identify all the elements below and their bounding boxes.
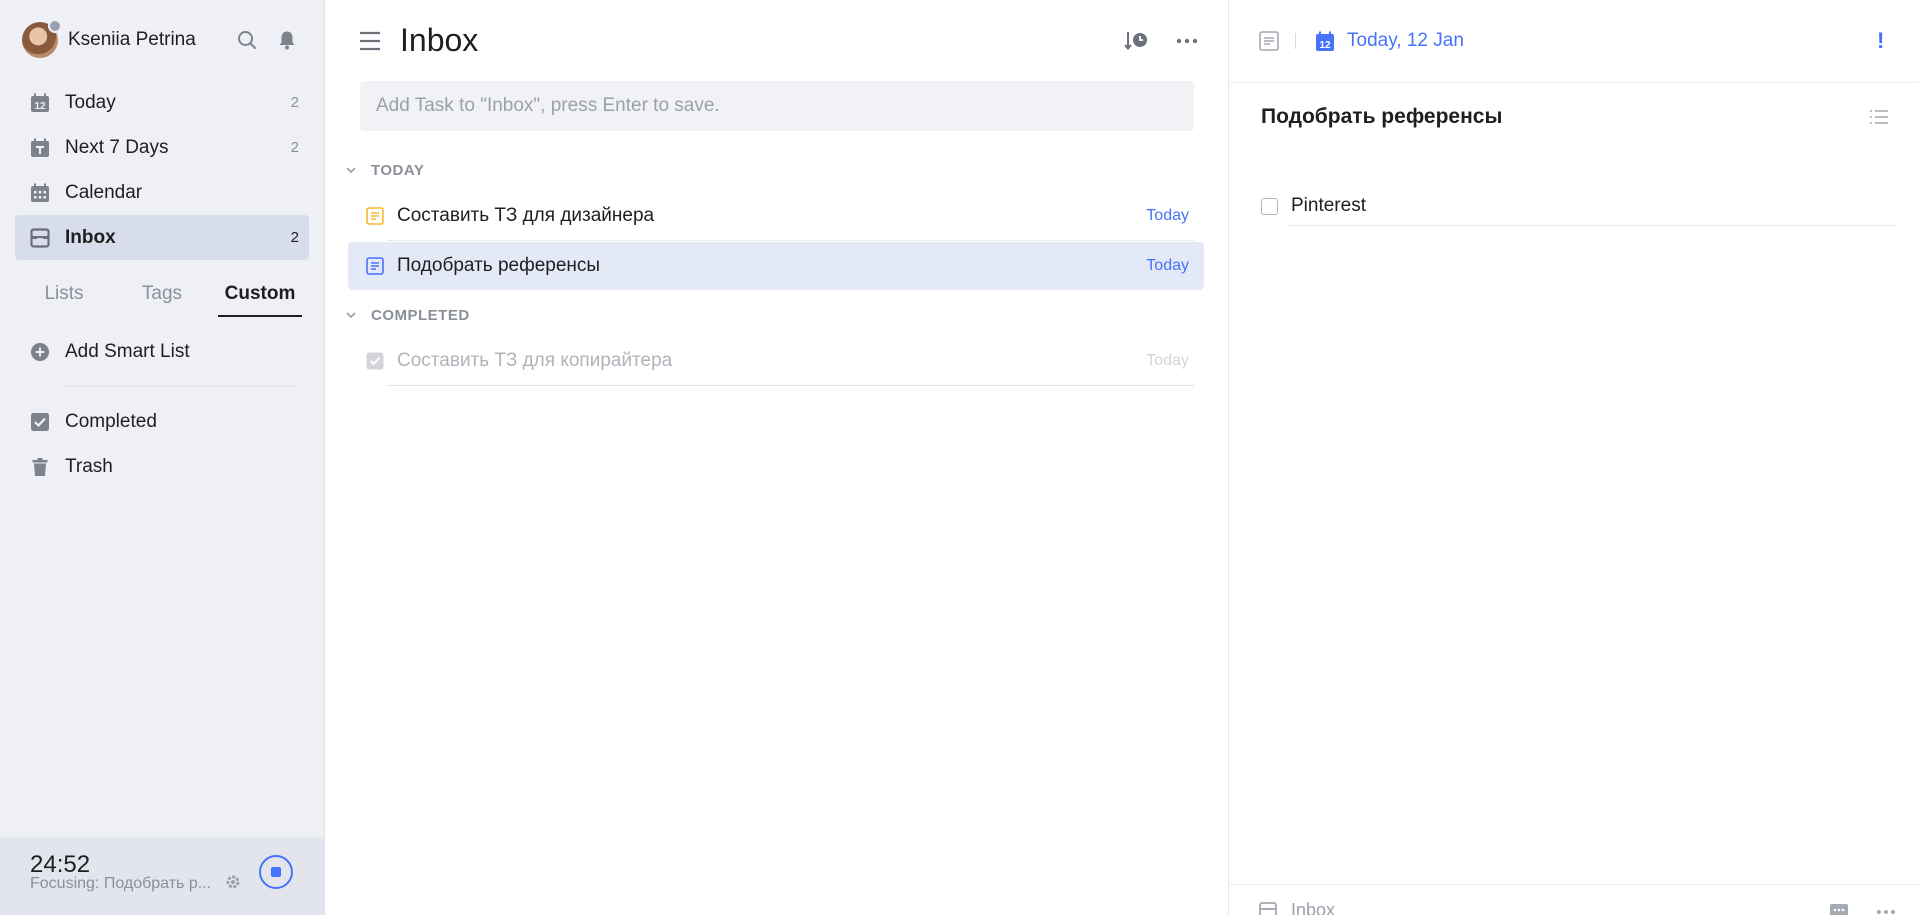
focus-task: Focusing: Подобрать р... xyxy=(30,875,212,892)
task-due-date[interactable]: Today xyxy=(1146,352,1189,370)
add-smart-list: Add Smart List xyxy=(15,329,309,374)
add-smart-list-label: Add Smart List xyxy=(65,340,190,362)
focus-bar[interactable]: 24:52 Focusing: Подобрать р... xyxy=(0,837,325,915)
subtask-label[interactable]: Pinterest xyxy=(1291,195,1366,217)
section-title: COMPLETED xyxy=(371,306,470,324)
trash-icon xyxy=(29,456,51,478)
subtask-item: Pinterest xyxy=(1261,186,1895,226)
sidebar-item-trash[interactable]: Trash xyxy=(15,444,309,489)
calendar-icon xyxy=(29,182,51,204)
comment-icon[interactable] xyxy=(1829,903,1849,915)
header-divider xyxy=(1295,33,1296,49)
add-task-input[interactable] xyxy=(360,81,1194,131)
list-selector[interactable]: Inbox xyxy=(1291,900,1335,915)
inbox-icon xyxy=(29,227,51,249)
sidebar-item-calendar[interactable]: Calendar xyxy=(15,170,309,215)
section-header-completed[interactable]: COMPLETED xyxy=(345,304,470,326)
sidebar-item-next-7-days[interactable]: Next 7 Days 2 xyxy=(15,125,309,170)
calendar-day-number: 12 xyxy=(1319,40,1331,51)
section-title: TODAY xyxy=(371,161,425,179)
task-detail-panel: 12 Today, 12 Jan ! Подобрать референсы P… xyxy=(1229,0,1919,915)
stop-icon xyxy=(271,867,281,877)
avatar[interactable] xyxy=(22,19,62,58)
plus-circle-icon xyxy=(29,341,51,363)
note-checkbox-icon[interactable] xyxy=(1259,31,1279,51)
sidebar-divider xyxy=(65,386,299,387)
sidebar-item-label: Inbox xyxy=(65,226,116,248)
checked-checkbox-icon[interactable] xyxy=(366,352,384,370)
note-icon[interactable] xyxy=(366,257,384,275)
chevron-down-icon xyxy=(345,311,357,319)
today-icon: 12 xyxy=(29,92,51,114)
checklist-toggle-icon[interactable] xyxy=(1869,108,1889,126)
detail-footer: Inbox xyxy=(1229,884,1919,915)
priority-flag[interactable]: ! xyxy=(1877,28,1884,54)
detail-header: 12 Today, 12 Jan ! xyxy=(1229,0,1919,83)
sidebar-item-inbox[interactable]: Inbox 2 xyxy=(15,215,309,260)
row-divider xyxy=(387,240,1194,241)
task-list-panel: Inbox TODAY Составить ТЗ для дизайнера T… xyxy=(325,0,1229,915)
tab-custom[interactable]: Custom xyxy=(211,271,309,317)
sidebar-item-count: 2 xyxy=(290,94,299,111)
sidebar-item-label: Today xyxy=(65,91,116,113)
task-detail-title[interactable]: Подобрать референсы xyxy=(1261,105,1502,129)
sidebar-item-count: 2 xyxy=(290,229,299,246)
task-list-header: Inbox xyxy=(325,0,1229,80)
sidebar-tabs: Lists Tags Custom xyxy=(15,271,309,317)
hamburger-menu-icon[interactable] xyxy=(358,30,382,52)
tab-tags[interactable]: Tags xyxy=(113,271,211,317)
task-title: Составить ТЗ для дизайнера xyxy=(397,205,655,226)
inbox-icon xyxy=(1259,902,1277,915)
user-name[interactable]: Kseniia Petrina xyxy=(68,29,222,51)
sidebar: Kseniia Petrina 12 Today 2 Next 7 Days 2 xyxy=(0,0,325,915)
completed-icon xyxy=(29,411,51,433)
add-smart-list-button[interactable]: Add Smart List xyxy=(15,329,309,374)
calendar-date-icon[interactable]: 12 xyxy=(1315,31,1335,52)
task-title: Подобрать референсы xyxy=(397,255,601,276)
more-options-icon[interactable] xyxy=(1173,28,1201,54)
search-icon[interactable] xyxy=(232,25,262,55)
page-title: Inbox xyxy=(400,22,479,58)
sidebar-item-today[interactable]: 12 Today 2 xyxy=(15,80,309,125)
sort-by-date-icon[interactable] xyxy=(1123,28,1151,54)
gear-icon[interactable] xyxy=(224,873,242,891)
sidebar-bottom-nav: Completed Trash xyxy=(15,399,309,489)
due-date-label[interactable]: Today, 12 Jan xyxy=(1347,30,1464,52)
task-row[interactable]: Составить ТЗ для копирайтера Today xyxy=(348,337,1204,385)
note-icon[interactable] xyxy=(366,207,384,225)
tab-lists[interactable]: Lists xyxy=(15,271,113,317)
focus-stop-button[interactable] xyxy=(259,855,293,889)
next-7-days-icon xyxy=(29,137,51,159)
svg-text:12: 12 xyxy=(34,101,46,112)
chevron-down-icon xyxy=(345,166,357,174)
section-header-today[interactable]: TODAY xyxy=(345,159,424,181)
task-due-date[interactable]: Today xyxy=(1146,207,1189,225)
sidebar-item-label: Completed xyxy=(65,410,157,432)
task-title: Составить ТЗ для копирайтера xyxy=(397,350,673,371)
bell-icon[interactable] xyxy=(272,25,302,55)
sidebar-item-count: 2 xyxy=(290,139,299,156)
more-options-icon[interactable] xyxy=(1874,903,1898,915)
task-due-date[interactable]: Today xyxy=(1146,257,1189,275)
smart-list-nav: 12 Today 2 Next 7 Days 2 Calendar Inbox … xyxy=(15,80,309,260)
sidebar-item-completed[interactable]: Completed xyxy=(15,399,309,444)
avatar-badge xyxy=(48,19,62,33)
row-divider xyxy=(387,385,1194,386)
profile-bar: Kseniia Petrina xyxy=(22,19,302,60)
subtask-divider xyxy=(1289,225,1895,226)
sidebar-item-label: Trash xyxy=(65,455,113,477)
sidebar-item-label: Calendar xyxy=(65,181,143,203)
subtask-checkbox[interactable] xyxy=(1261,197,1278,215)
task-row[interactable]: Составить ТЗ для дизайнера Today xyxy=(348,192,1204,240)
task-row[interactable]: Подобрать референсы Today xyxy=(348,242,1204,290)
sidebar-item-label: Next 7 Days xyxy=(65,136,169,158)
